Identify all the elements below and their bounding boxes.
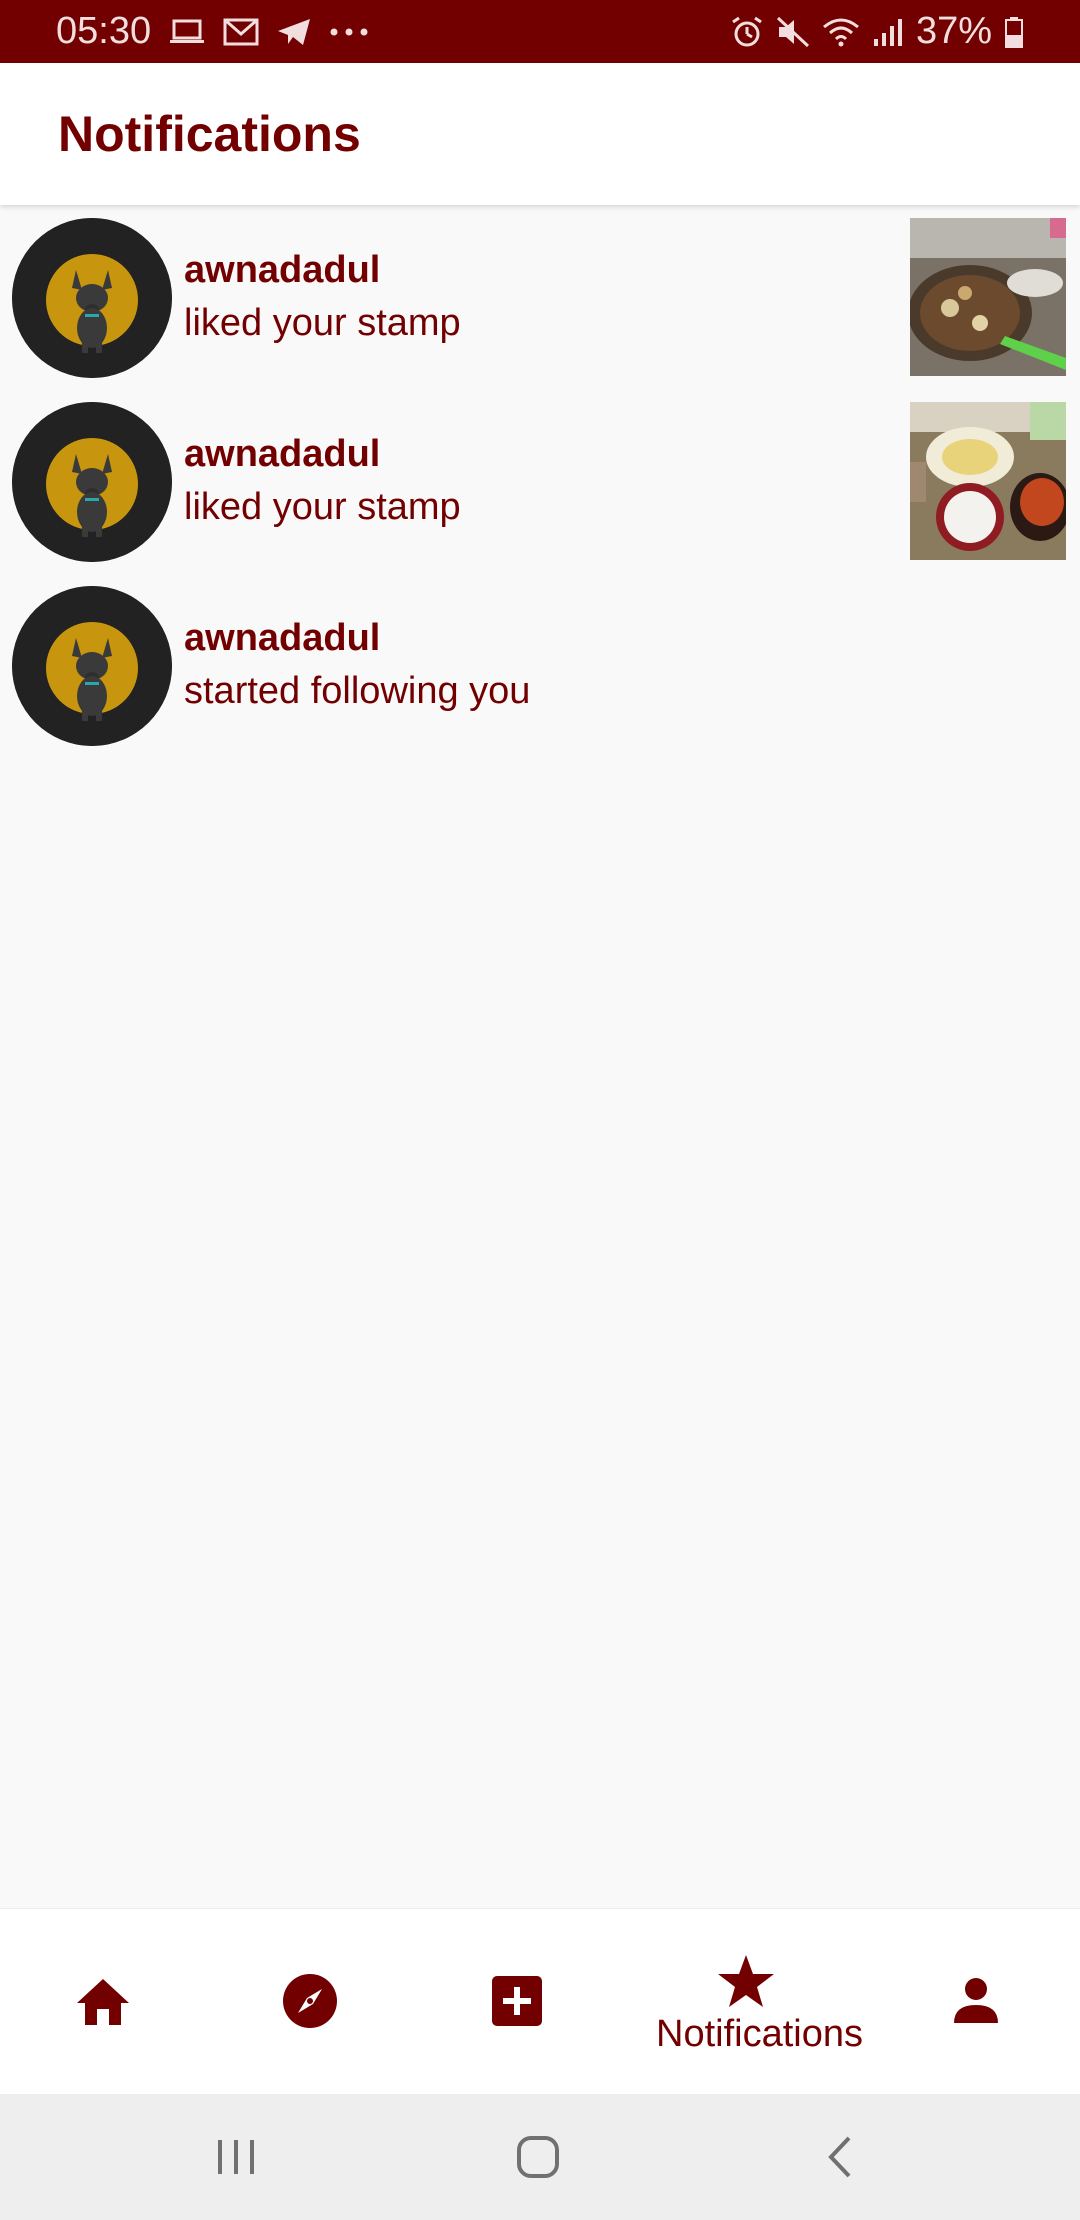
notification-username[interactable]: awnadadul	[184, 614, 530, 662]
compass-icon	[283, 1974, 337, 2028]
add-box-icon	[492, 1976, 542, 2026]
nav-profile[interactable]	[886, 1909, 1066, 2095]
food-photo	[910, 402, 1066, 560]
nav-notifications-label: Notifications	[656, 2013, 863, 2055]
status-bar: 05:30 37%	[0, 0, 1080, 63]
nav-explore[interactable]	[220, 1909, 400, 2095]
home-icon	[77, 1979, 129, 2025]
notification-action: liked your stamp	[184, 486, 461, 528]
status-time: 05:30	[56, 10, 152, 52]
notification-username[interactable]: awnadadul	[184, 430, 461, 478]
mail-icon	[223, 18, 259, 45]
mute-icon	[776, 16, 809, 47]
recent-apps-icon	[218, 2140, 254, 2174]
dog-avatar-icon	[12, 402, 172, 562]
avatar[interactable]	[12, 402, 172, 562]
star-icon	[718, 1955, 774, 2007]
notification-text: awnadadul liked your stamp	[184, 246, 461, 352]
more-dots-icon	[330, 28, 368, 35]
home-circle-icon	[517, 2136, 559, 2178]
avatar[interactable]	[12, 586, 172, 746]
telegram-icon	[278, 18, 311, 45]
stamp-thumbnail[interactable]	[910, 402, 1066, 560]
system-navigation-bar	[0, 2094, 1080, 2220]
back-button[interactable]	[780, 2094, 900, 2220]
nav-notifications[interactable]: Notifications	[656, 1909, 863, 2095]
person-icon	[954, 1978, 998, 2023]
notification-item[interactable]: awnadadul started following you	[0, 584, 1080, 768]
notification-item[interactable]: awnadadul liked your stamp	[0, 400, 1080, 584]
home-button[interactable]	[478, 2094, 598, 2220]
avatar[interactable]	[12, 218, 172, 378]
notification-text: awnadadul started following you	[184, 614, 530, 720]
notification-action: started following you	[184, 670, 531, 712]
battery-percent: 37%	[915, 10, 992, 52]
stamp-thumbnail[interactable]	[910, 218, 1066, 376]
back-arrow-icon	[828, 2136, 851, 2178]
notification-action: liked your stamp	[184, 302, 461, 344]
notification-list[interactable]: awnadadul liked your stamp awnadadul lik…	[0, 216, 1080, 768]
notification-text: awnadadul liked your stamp	[184, 430, 461, 536]
signal-icon	[873, 18, 902, 46]
dog-avatar-icon	[12, 586, 172, 746]
battery-icon	[1005, 16, 1023, 48]
notification-item[interactable]: awnadadul liked your stamp	[0, 216, 1080, 400]
recent-apps-button[interactable]	[176, 2094, 296, 2220]
notification-username[interactable]: awnadadul	[184, 246, 461, 294]
alarm-icon	[732, 16, 762, 46]
app-bar: Notifications	[0, 63, 1080, 205]
bottom-navigation: Notifications	[0, 1908, 1080, 2095]
food-photo	[910, 218, 1066, 376]
dog-avatar-icon	[12, 218, 172, 378]
nav-add[interactable]	[427, 1909, 607, 2095]
page-title: Notifications	[58, 106, 361, 162]
wifi-icon	[822, 18, 859, 46]
laptop-icon	[170, 19, 205, 43]
nav-home[interactable]	[13, 1909, 193, 2095]
